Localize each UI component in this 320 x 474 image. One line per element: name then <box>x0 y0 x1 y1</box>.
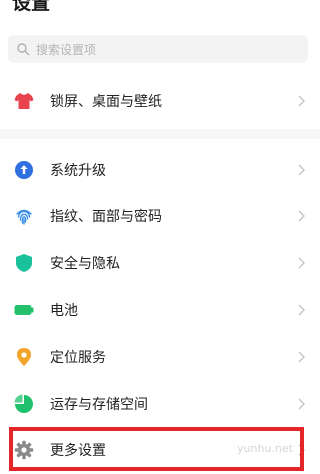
settings-item-label: 电池 <box>50 303 78 319</box>
shield-icon <box>14 253 34 273</box>
watermark: yunhu.net <box>237 442 293 455</box>
page-title: 设置 <box>12 0 51 14</box>
chevron-right-icon <box>298 444 305 456</box>
search-icon <box>17 43 30 56</box>
pie-chart-icon <box>14 394 34 414</box>
settings-item-memory-storage[interactable]: 运存与存储空间 <box>0 381 320 427</box>
settings-item-label: 锁屏、桌面与壁纸 <box>50 94 162 110</box>
settings-item-label: 运存与存储空间 <box>50 397 148 413</box>
settings-item-label: 定位服务 <box>50 350 106 366</box>
chevron-right-icon <box>298 398 305 410</box>
chevron-right-icon <box>298 304 305 316</box>
search-input[interactable]: 搜索设置项 <box>8 35 308 63</box>
settings-item-security-privacy[interactable]: 安全与隐私 <box>0 240 320 286</box>
settings-item-fingerprint-face-password[interactable]: 指纹、面部与密码 <box>0 193 320 239</box>
settings-item-location[interactable]: 定位服务 <box>0 334 320 380</box>
location-pin-icon <box>14 347 34 367</box>
shirt-icon <box>14 91 34 111</box>
chevron-right-icon <box>298 351 305 363</box>
settings-item-label: 系统升级 <box>50 163 106 179</box>
section-divider <box>0 129 320 139</box>
chevron-right-icon <box>298 210 305 222</box>
chevron-right-icon <box>298 257 305 269</box>
chevron-right-icon <box>298 164 305 176</box>
settings-item-label: 更多设置 <box>50 443 106 459</box>
settings-item-label: 安全与隐私 <box>50 256 120 272</box>
settings-item-battery[interactable]: 电池 <box>0 287 320 333</box>
settings-item-lockscreen-wallpaper[interactable]: 锁屏、桌面与壁纸 <box>0 78 320 124</box>
settings-item-label: 指纹、面部与密码 <box>50 209 162 225</box>
upgrade-arrow-icon <box>14 160 34 180</box>
gear-icon <box>14 440 34 460</box>
search-placeholder: 搜索设置项 <box>36 42 97 57</box>
fingerprint-icon <box>14 206 34 226</box>
settings-item-system-upgrade[interactable]: 系统升级 <box>0 147 320 193</box>
chevron-right-icon <box>298 95 305 107</box>
battery-icon <box>14 300 34 320</box>
